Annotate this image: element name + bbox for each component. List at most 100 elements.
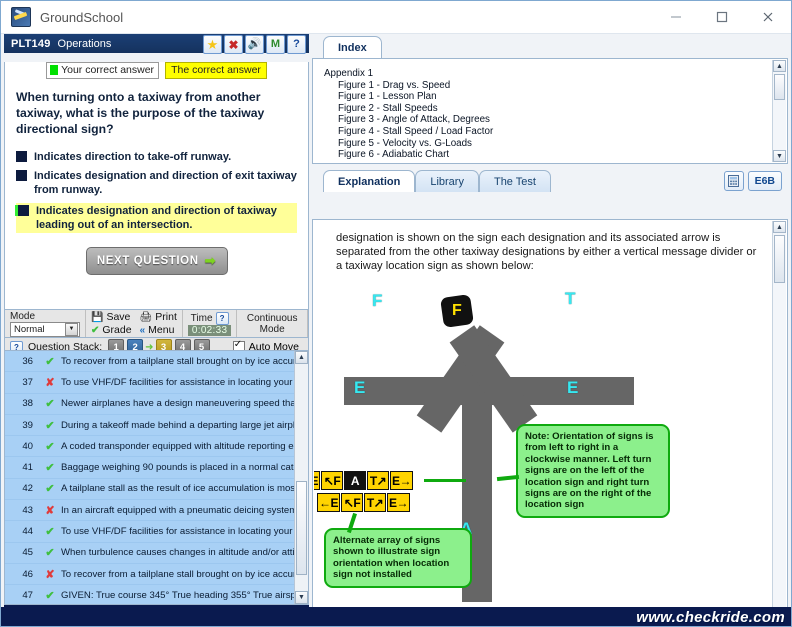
marker-icon[interactable]: M (266, 35, 285, 54)
list-item[interactable]: Figure 4 - Stall Speed / Load Factor (324, 126, 787, 138)
print-button[interactable]: 🖨 Print (140, 311, 177, 324)
tab-explanation[interactable]: Explanation (323, 170, 415, 192)
table-row[interactable]: 43✘In an aircraft equipped with a pneuma… (5, 500, 308, 521)
table-row[interactable]: 37✘To use VHF/DF facilities for assistan… (5, 372, 308, 393)
sign-array-alternate: ←E ↖F T↗ E→ (317, 493, 410, 512)
location-sign-label: F (452, 302, 462, 320)
table-row[interactable]: 36✔To recover from a tailplane stall bro… (5, 351, 308, 372)
index-panel: Appendix 1 Figure 1 - Drag vs. Speed Fig… (312, 58, 788, 164)
row-number: 36 (5, 356, 39, 367)
tab-library[interactable]: Library (415, 170, 479, 192)
legend-correct-answer: The correct answer (165, 62, 267, 79)
answer-option[interactable]: Indicates direction to take-off runway. (16, 150, 297, 164)
table-row[interactable]: 39✔During a takeoff made behind a depart… (5, 415, 308, 436)
tab-index[interactable]: Index (323, 36, 382, 58)
grade-button[interactable]: ✔ Grade (91, 324, 132, 337)
list-item[interactable]: Appendix 1 (324, 68, 787, 80)
sign-direction: ↖F (321, 471, 343, 490)
table-row[interactable]: 42✔A tailplane stall as the result of ic… (5, 479, 308, 500)
answer-option-correct[interactable]: Indicates designation and direction of t… (16, 203, 297, 234)
row-text: Newer airplanes have a design maneuverin… (61, 398, 308, 409)
scroll-up-icon[interactable]: ▲ (773, 60, 786, 72)
row-number: 46 (5, 569, 39, 580)
speaker-icon[interactable]: 🔊 (245, 35, 264, 54)
sign-location: A (344, 471, 366, 490)
table-row[interactable]: 44✔To use VHF/DF facilities for assistan… (5, 521, 308, 542)
continuous-mode-button[interactable]: Continuous Mode (237, 310, 308, 337)
quiz-toolbar: ★ ✖ 🔊 M ? (203, 35, 306, 54)
e6b-button[interactable]: E6B (748, 171, 782, 191)
explanation-panel: designation is shown on the sign each de… (312, 219, 788, 623)
list-item[interactable]: Figure 2 - Stall Speeds (324, 103, 787, 115)
status-wrong-icon: ✘ (39, 376, 61, 389)
list-item[interactable]: Figure 6 - Adiabatic Chart (324, 149, 787, 161)
watermark: www.checkride.com (636, 608, 785, 626)
calculator-icon[interactable] (724, 171, 744, 191)
explanation-body: designation is shown on the sign each de… (314, 221, 773, 603)
status-ok-icon: ✔ (39, 589, 61, 602)
answer-option[interactable]: Indicates designation and direction of e… (16, 169, 297, 198)
status-ok-icon: ✔ (39, 440, 61, 453)
window-titlebar: GroundSchool (1, 1, 791, 34)
quiz-pane: PLT149 Operations ★ ✖ 🔊 M ? Your correct… (4, 34, 309, 623)
row-number: 37 (5, 377, 39, 388)
save-label: Save (106, 311, 130, 324)
status-ok-icon: ✔ (39, 355, 61, 368)
row-text: A tailplane stall as the result of ice a… (61, 483, 308, 494)
row-number: 42 (5, 483, 39, 494)
taxiway-label-e-right: E (567, 378, 578, 398)
question-list[interactable]: 36✔To recover from a tailplane stall bro… (4, 350, 309, 605)
sign-direction: ←E (314, 471, 320, 490)
help-icon[interactable]: ? (287, 35, 306, 54)
time-help-icon[interactable]: ? (216, 312, 229, 325)
list-item[interactable]: Figure 1 - Drag vs. Speed (324, 80, 787, 92)
explanation-scrollbar[interactable]: ▲ ▼ (772, 221, 786, 621)
scrollbar-thumb[interactable] (774, 74, 785, 100)
table-row[interactable]: 40✔A coded transponder equipped with alt… (5, 436, 308, 457)
question-list-scrollbar[interactable]: ▲ ▼ (294, 351, 308, 604)
table-row[interactable]: 45✔When turbulence causes changes in alt… (5, 543, 308, 564)
legend-your-answer: Your correct answer (46, 62, 159, 79)
list-item[interactable]: Figure 5 - Velocity vs. G-Loads (324, 138, 787, 150)
answer-text: Indicates direction to take-off runway. (34, 150, 231, 164)
table-row[interactable]: 47✔GIVEN: True course 345° True heading … (5, 585, 308, 605)
scrollbar-thumb[interactable] (296, 481, 307, 575)
index-scrollbar[interactable]: ▲ ▼ (772, 60, 786, 162)
row-text: To recover from a tailplane stall brough… (61, 356, 308, 367)
row-text: GIVEN: True course 345° True heading 355… (61, 590, 308, 601)
close-button[interactable] (745, 1, 791, 33)
table-row[interactable]: 41✔Baggage weighing 90 pounds is placed … (5, 457, 308, 478)
scroll-up-icon[interactable]: ▲ (773, 221, 786, 233)
delete-icon[interactable]: ✖ (224, 35, 243, 54)
scroll-down-icon[interactable]: ▼ (295, 591, 308, 604)
mode-select[interactable]: Normal ▼ (10, 322, 80, 337)
tab-the-test[interactable]: The Test (479, 170, 551, 192)
row-number: 44 (5, 526, 39, 537)
table-row[interactable]: 46✘To recover from a tailplane stall bro… (5, 564, 308, 585)
menu-button[interactable]: « Menu (140, 324, 177, 337)
table-row[interactable]: 38✔Newer airplanes have a design maneuve… (5, 394, 308, 415)
save-button[interactable]: 💾 Save (91, 311, 132, 324)
index-tabstrip: Index (312, 34, 788, 58)
menu-label: Menu (148, 324, 174, 337)
chevron-down-icon: ▼ (65, 323, 78, 336)
index-list[interactable]: Appendix 1 Figure 1 - Drag vs. Speed Fig… (313, 59, 787, 161)
scroll-up-icon[interactable]: ▲ (295, 351, 308, 364)
mode-label: Mode (10, 311, 80, 322)
row-text: When turbulence causes changes in altitu… (61, 547, 308, 558)
grade-label: Grade (102, 324, 131, 337)
legend-correct-answer-label: The correct answer (171, 64, 261, 76)
answer-text: Indicates designation and direction of t… (36, 204, 295, 233)
next-question-button[interactable]: NEXT QUESTION ➡ (86, 247, 228, 275)
window-title: GroundSchool (40, 10, 123, 25)
star-icon[interactable]: ★ (203, 35, 222, 54)
scrollbar-thumb[interactable] (774, 235, 785, 283)
maximize-button[interactable] (699, 1, 745, 33)
minimize-button[interactable] (653, 1, 699, 33)
scroll-down-icon[interactable]: ▼ (773, 150, 786, 162)
legend-your-answer-label: Your correct answer (61, 64, 154, 76)
list-item[interactable]: Figure 3 - Angle of Attack, Degrees (324, 114, 787, 126)
list-item[interactable]: Figure 1 - Lesson Plan (324, 91, 787, 103)
app-logo-icon (11, 7, 31, 27)
row-number: 38 (5, 398, 39, 409)
